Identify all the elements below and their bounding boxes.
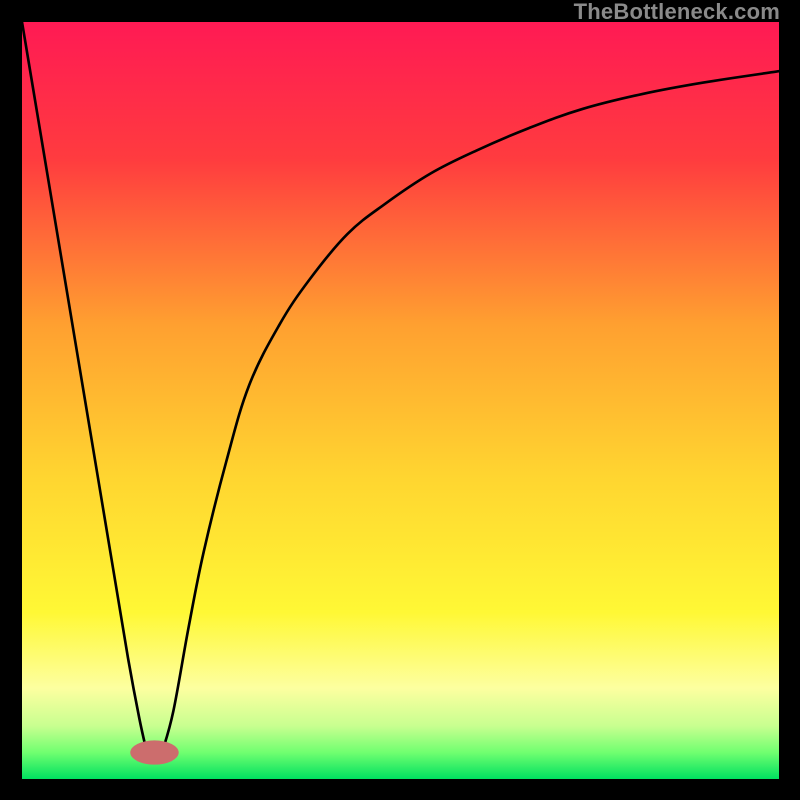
watermark-text: TheBottleneck.com xyxy=(574,0,780,24)
chart-frame: TheBottleneck.com xyxy=(0,0,800,800)
gradient-background xyxy=(22,22,779,779)
optimal-point-marker xyxy=(130,740,178,764)
bottleneck-chart xyxy=(22,22,779,779)
